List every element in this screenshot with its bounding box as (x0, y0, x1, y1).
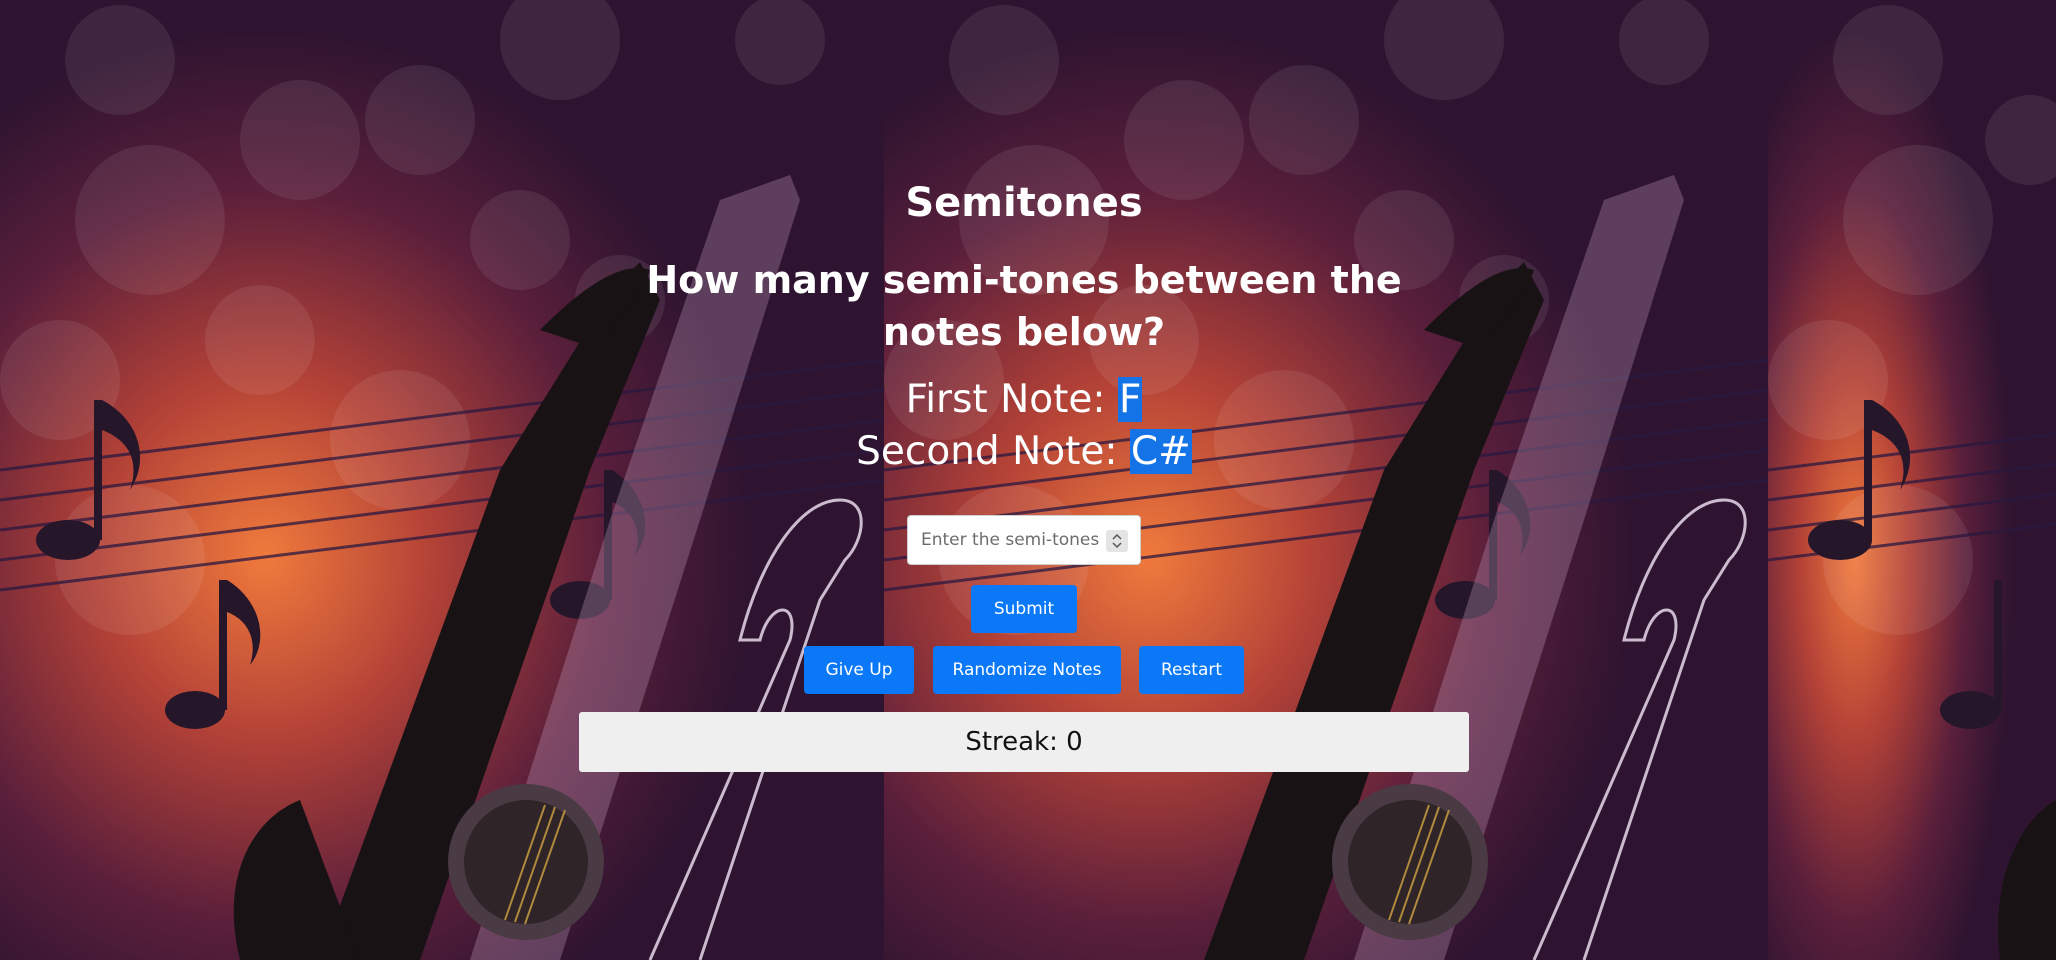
streak-display: Streak: 0 (579, 712, 1469, 772)
second-note-value: C# (1129, 429, 1192, 474)
randomize-notes-button[interactable]: Randomize Notes (933, 646, 1121, 694)
second-note-label: Second Note: (856, 429, 1130, 474)
semitones-input-wrapper (907, 515, 1141, 565)
number-stepper-icon[interactable] (1106, 530, 1128, 552)
submit-button[interactable]: Submit (971, 585, 1077, 633)
restart-button[interactable]: Restart (1139, 646, 1244, 694)
semitones-input[interactable] (908, 516, 1108, 564)
second-note-line: Second Note: C# (0, 426, 2048, 478)
give-up-button[interactable]: Give Up (804, 646, 914, 694)
page: Semitones How many semi-tones between th… (0, 0, 2056, 960)
question-text: How many semi-tones between the notes be… (646, 258, 1402, 354)
first-note-label: First Note: (905, 377, 1118, 422)
first-note-value: F (1117, 377, 1143, 422)
semitones-app: Semitones How many semi-tones between th… (0, 0, 2056, 960)
page-title: Semitones (905, 180, 1143, 226)
first-note-line: First Note: F (0, 374, 2048, 426)
